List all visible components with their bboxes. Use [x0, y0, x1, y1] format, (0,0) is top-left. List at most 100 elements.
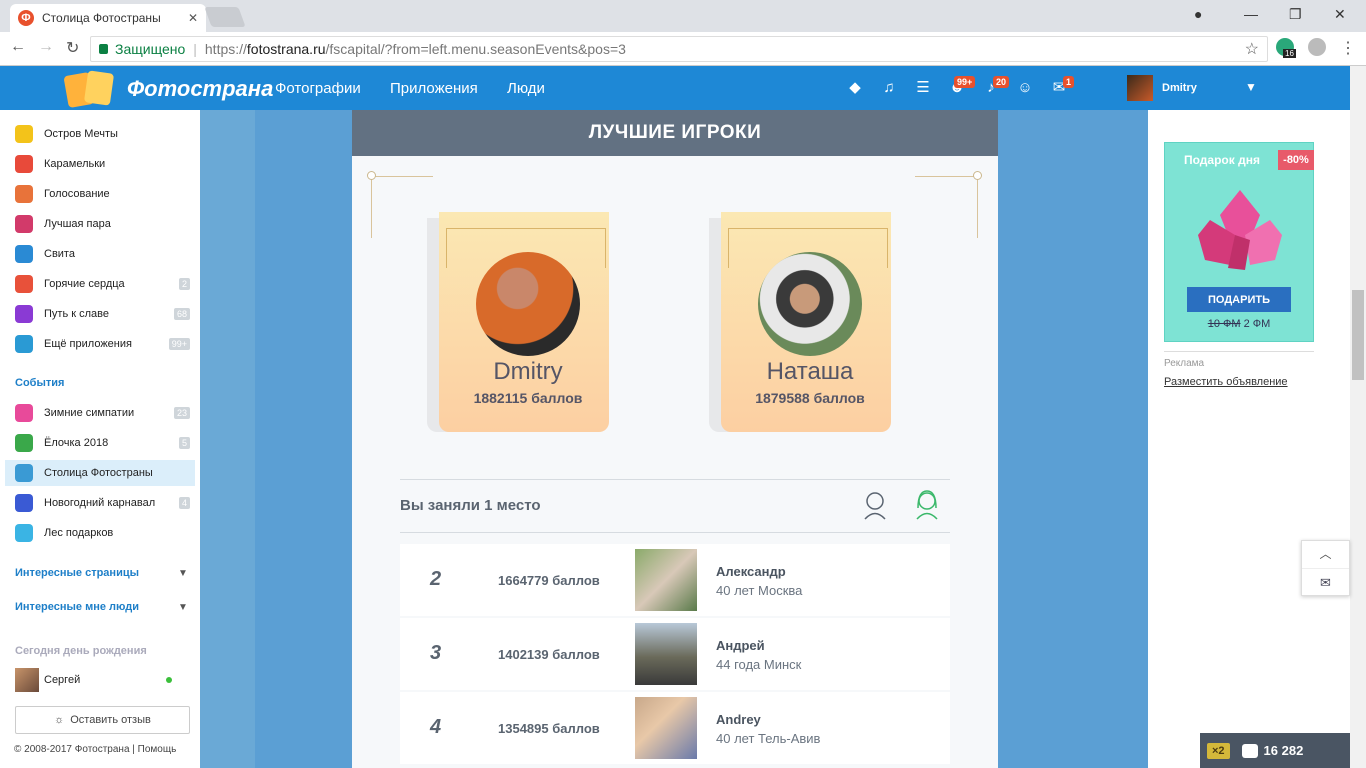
table-row[interactable]: 2 1664779 баллов Александр 40 лет Москва: [400, 544, 950, 616]
winner-avatar[interactable]: [476, 252, 580, 356]
ad-link[interactable]: Разместить объявление: [1164, 376, 1288, 388]
chevron-down-icon[interactable]: ▼: [178, 602, 188, 613]
interesting-pages[interactable]: Интересные страницы: [15, 567, 139, 579]
restore-icon[interactable]: ❐: [1289, 6, 1302, 23]
candy-icon: [15, 155, 33, 173]
sidebar-item-app[interactable]: Ещё приложения 99+: [15, 331, 195, 357]
left-sidebar: Остров Мечты Карамельки Голосование Лучш…: [0, 110, 200, 768]
new-tab-button[interactable]: [204, 7, 246, 27]
url-scheme: https://: [204, 41, 247, 57]
chevron-down-icon[interactable]: ▼: [178, 568, 188, 579]
sidebar-item-count: 23: [173, 407, 190, 419]
interesting-people[interactable]: Интересные мне люди: [15, 601, 139, 613]
user-name[interactable]: Dmitry: [1162, 82, 1197, 94]
sidebar-item-app[interactable]: Карамельки: [15, 151, 195, 177]
old-price: 10 ФМ: [1207, 318, 1241, 330]
sidebar-item-count: 5: [178, 437, 190, 449]
decor-line: [915, 176, 977, 177]
heart-icon: [15, 404, 33, 422]
female-filter-icon[interactable]: [914, 488, 940, 520]
birthday-user[interactable]: Сергей: [15, 668, 80, 692]
gift-button[interactable]: ПОДАРИТЬ: [1187, 287, 1291, 312]
table-row[interactable]: 3 1402139 баллов Андрей 44 года Минск: [400, 618, 950, 690]
crown-icon: [15, 245, 33, 263]
scrollbar-thumb[interactable]: [1352, 290, 1364, 380]
sidebar-item-count: 68: [173, 308, 190, 320]
male-filter-icon[interactable]: [862, 488, 888, 520]
row-avatar[interactable]: [635, 697, 697, 759]
row-name[interactable]: Андрей: [716, 638, 765, 653]
nav-photos[interactable]: Фотографии: [275, 80, 361, 97]
page-title: ЛУЧШИЕ ИГРОКИ: [352, 110, 998, 156]
back-icon[interactable]: ←: [10, 38, 26, 56]
sidebar-item-label: Голосование: [44, 188, 110, 200]
scrollbar[interactable]: [1350, 66, 1366, 768]
guests-icon[interactable]: ☺: [1016, 80, 1034, 96]
sidebar-item-app[interactable]: Горячие сердца 2: [15, 271, 195, 297]
sidebar-item-app[interactable]: Свита: [15, 241, 195, 267]
feedback-button[interactable]: ☼ Оставить отзыв: [15, 706, 190, 734]
menu-icon[interactable]: ⋮: [1340, 38, 1356, 58]
sidebar-item-event[interactable]: Зимние симпатии 23: [15, 400, 195, 426]
row-avatar[interactable]: [635, 549, 697, 611]
table-row[interactable]: 4 1354895 баллов Andrey 40 лет Тель-Авив: [400, 692, 950, 764]
logo-icon[interactable]: [63, 70, 116, 109]
star-icon: [15, 305, 33, 323]
site-header: Фотострана Фотографии Приложения Люди ◆ …: [0, 66, 1366, 110]
events-title[interactable]: События: [15, 377, 64, 389]
reload-icon[interactable]: ↻: [66, 38, 79, 58]
nav-apps[interactable]: Приложения: [390, 80, 478, 97]
secure-indicator[interactable]: Защищено: [99, 41, 185, 57]
sidebar-item-event[interactable]: Ёлочка 2018 5: [15, 430, 195, 456]
tab-close-icon[interactable]: ✕: [188, 11, 198, 25]
close-window-icon[interactable]: ✕: [1334, 6, 1346, 23]
copyright: © 2008-2017 Фотострана: [14, 744, 130, 755]
notifications-badge: 20: [993, 76, 1010, 88]
winner-name[interactable]: Dmitry: [428, 358, 628, 386]
sidebar-item-app[interactable]: Путь к славе 68: [15, 301, 195, 327]
nav-people[interactable]: Люди: [507, 80, 545, 97]
help-link[interactable]: Помощь: [138, 744, 177, 755]
music-icon[interactable]: ♫: [880, 80, 898, 96]
user-avatar[interactable]: [1127, 75, 1153, 101]
sidebar-item-label: Горячие сердца: [44, 278, 125, 290]
sidebar-item-label: Новогодний карнавал: [44, 497, 156, 509]
sidebar-item-event[interactable]: Лес подарков: [15, 520, 195, 546]
sidebar-item-app[interactable]: Остров Мечты: [15, 121, 195, 147]
bottom-bar[interactable]: ×2 16 282: [1200, 733, 1350, 768]
decor-dot: [973, 171, 982, 180]
cat-coin-icon: [1241, 743, 1258, 758]
row-name[interactable]: Andrey: [716, 712, 761, 727]
url-host: fotostrana.ru: [246, 41, 326, 57]
url-bar[interactable]: Защищено | https:// fotostrana.ru /fscap…: [90, 36, 1268, 62]
forward-icon[interactable]: →: [38, 38, 54, 56]
list-icon[interactable]: ☰: [914, 80, 932, 96]
sidebar-item-label: Свита: [44, 248, 75, 260]
chevron-down-icon[interactable]: ▼: [1245, 80, 1257, 94]
sidebar-item-label: Путь к славе: [44, 308, 109, 320]
sidebar-item-event[interactable]: Новогодний карнавал 4: [15, 490, 195, 516]
scroll-up-icon[interactable]: ︿: [1302, 541, 1349, 569]
sidebar-item-label: Карамельки: [44, 158, 106, 170]
sidebar-item-label: Ещё приложения: [44, 338, 132, 350]
extension-2-icon[interactable]: [1308, 38, 1326, 56]
brand-name[interactable]: Фотострана: [127, 76, 273, 102]
diamond-icon[interactable]: ◆: [846, 80, 864, 96]
row-name[interactable]: Александр: [716, 564, 786, 579]
winner-name[interactable]: Наташа: [710, 358, 910, 386]
browser-tab[interactable]: Ф Столица Фотостраны ✕: [10, 4, 206, 32]
sidebar-item-app[interactable]: Голосование: [15, 181, 195, 207]
url-path: /fscapital/?from=left.menu.seasonEvents&…: [325, 41, 626, 57]
bookmark-star-icon[interactable]: ☆: [1245, 39, 1259, 59]
sidebar-item-app[interactable]: Лучшая пара: [15, 211, 195, 237]
minimize-icon[interactable]: —: [1244, 6, 1258, 22]
row-avatar[interactable]: [635, 623, 697, 685]
winner-avatar[interactable]: [758, 252, 862, 356]
sidebar-item-event[interactable]: Столица Фотостраны: [5, 460, 195, 486]
flower-icon: [1198, 190, 1282, 270]
envelope-icon[interactable]: ✉: [1302, 569, 1349, 596]
float-box: ︿ ✉: [1301, 540, 1350, 596]
row-rank: 3: [430, 642, 442, 664]
crown-icon: [15, 494, 33, 512]
profile-icon[interactable]: ●: [1194, 6, 1202, 22]
